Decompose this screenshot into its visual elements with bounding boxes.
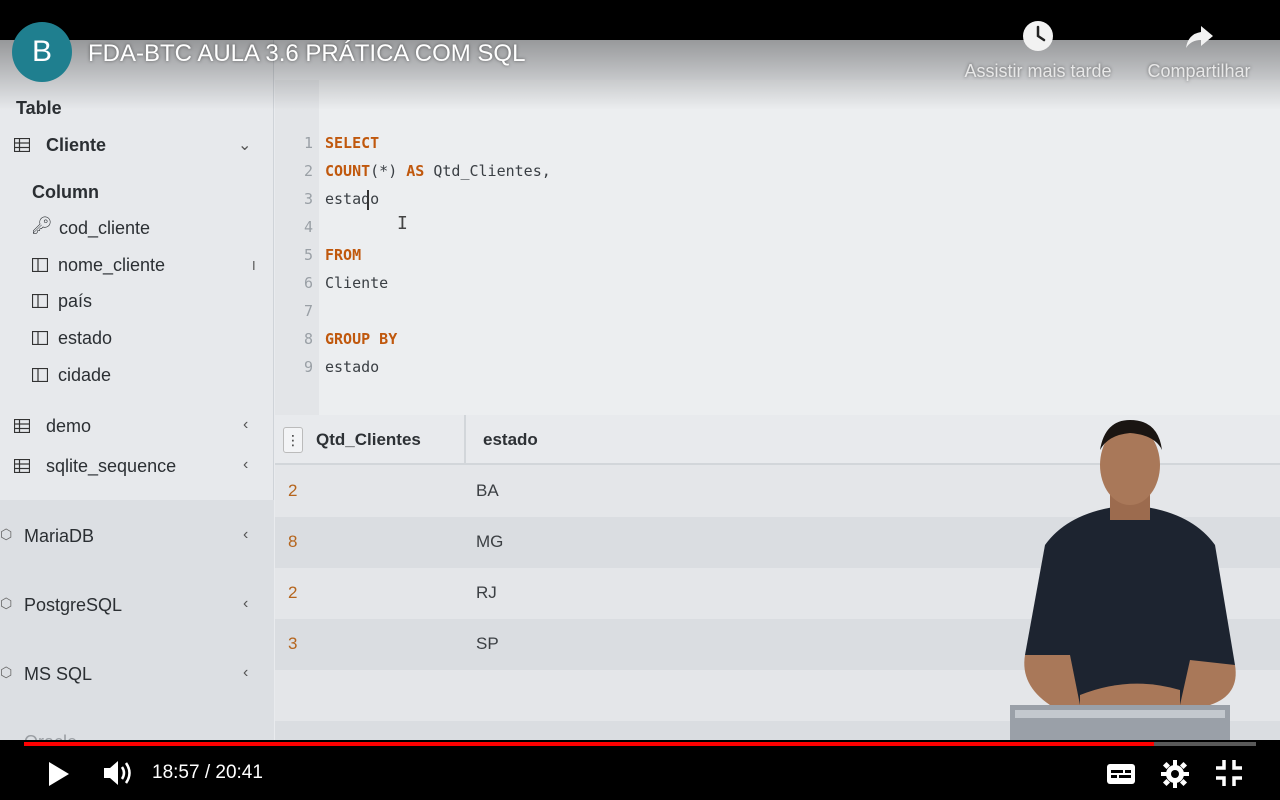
line-number: 1 [303,134,313,152]
line-number: 7 [303,302,313,320]
code-line: COUNT(*) AS Qtd_Clientes, [325,162,551,180]
column-divider[interactable] [464,415,466,465]
table-icon [14,459,30,473]
chevron-left-icon[interactable]: ‹ [243,526,248,544]
table-icon [14,419,30,433]
video-title[interactable]: FDA-BTC AULA 3.6 PRÁTICA COM SQL [88,40,525,68]
line-number: 2 [303,162,313,180]
watch-later-label: Assistir mais tarde [964,61,1112,81]
column-icon [32,331,48,345]
column-icon [32,368,48,382]
cell-estado: SP [476,634,499,653]
cell-qtd: 2 [288,481,298,500]
sql-editor[interactable]: 1 2 3 4 5 6 7 8 9 SELECT COUNT(*) AS Qtd… [275,80,1280,415]
key-icon: 🔑︎ [31,216,53,235]
volume-icon[interactable] [102,758,136,788]
column-icon [32,294,48,308]
subtitles-icon[interactable] [1106,762,1136,786]
code-line: estado [325,190,380,208]
column-header[interactable]: Qtd_Clientes [316,430,421,450]
table-name: sqlite_sequence [46,456,177,476]
column-heading: Column [32,182,99,202]
line-number: 4 [303,218,313,236]
chevron-down-icon[interactable]: ⌄ [238,135,251,155]
share-label: Compartilhar [1147,61,1251,81]
keyword: FROM [325,246,362,264]
column-name: cod_cliente [59,218,151,238]
code-line: Cliente [325,274,389,292]
cell-qtd: 3 [288,634,298,653]
database-icon: ⬡ [0,664,13,680]
share-icon [1186,26,1213,48]
code-line: FROM [325,246,361,264]
text-cursor [367,190,369,210]
progress-bar[interactable] [24,742,1256,746]
time-display: 18:57 / 20:41 [152,762,263,783]
cell-estado: MG [476,532,504,551]
line-number: 3 [303,190,313,208]
column-name: nome_cliente [58,255,166,275]
column-name: país [58,291,93,311]
keyword: AS [406,162,425,180]
column-name: estado [58,328,113,348]
cell-qtd: 8 [288,532,298,551]
chevron-left-icon[interactable]: ‹ [243,664,248,682]
line-number: 6 [303,274,313,292]
presenter-image [1010,420,1236,760]
code-token: Qtd_Clientes, [433,162,551,180]
settings-gear-icon[interactable] [1160,759,1190,789]
column-icon [32,258,48,272]
database-icon: ⬡ [0,595,13,611]
table-name: demo [46,416,92,436]
play-icon[interactable] [44,760,72,788]
schema-sidebar: Table Cliente ⌄ Column 🔑︎ cod_cliente no… [0,40,274,760]
database-name: MariaDB [24,526,95,546]
line-number: 8 [303,330,313,348]
cell-estado: RJ [476,583,497,602]
line-number: 9 [303,358,313,376]
clock-icon [1023,21,1053,51]
keyword: SELECT [325,134,380,152]
code-line: SELECT [325,134,379,152]
database-name: MS SQL [24,664,93,684]
database-name: PostgreSQL [24,595,123,615]
progress-played [24,742,1154,746]
keyword: COUNT [325,162,371,180]
chevron-left-icon[interactable]: ‹ [243,595,248,613]
chevron-left-icon[interactable]: ‹ [243,416,248,434]
code-token: (*) [370,162,398,180]
share-button[interactable]: Compartilhar [1114,20,1280,82]
code-line: GROUP BY [325,330,397,348]
column-menu-icon[interactable]: ⋮ [283,427,303,453]
table-icon [14,138,30,152]
column-name: cidade [58,365,112,385]
mouse-ibeam-icon: I [397,213,408,234]
exit-fullscreen-icon[interactable] [1214,758,1244,788]
keyword: GROUP BY [325,330,398,348]
watch-later-button[interactable]: Assistir mais tarde [953,20,1123,82]
table-name-cliente: Cliente [46,135,107,155]
cell-estado: BA [476,481,499,500]
database-icon: ⬡ [0,526,13,542]
column-header[interactable]: estado [483,430,538,450]
video-frame[interactable]: Table Cliente ⌄ Column 🔑︎ cod_cliente no… [0,40,1280,760]
chevron-left-icon[interactable]: ‹ [243,456,248,474]
code-line: estado [325,358,380,376]
text-cursor-icon: I [252,258,256,273]
channel-avatar[interactable]: B [12,22,72,82]
line-number: 5 [303,246,313,264]
cell-qtd: 2 [288,583,298,602]
